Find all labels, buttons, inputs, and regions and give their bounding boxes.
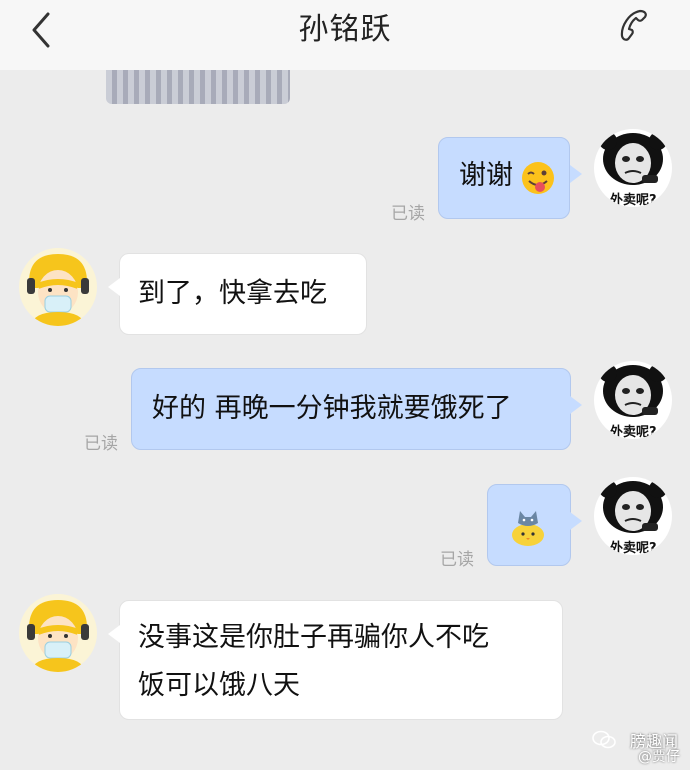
image-thumbnail (106, 70, 290, 104)
message-text: 好的 再晚一分钟我就要饿死了 (152, 393, 512, 424)
message-bubble-incoming[interactable]: 到了，快拿去吃 (119, 253, 367, 335)
read-receipt: 已读 (440, 550, 474, 570)
sticker-message[interactable] (487, 484, 571, 566)
message-bubble-incoming[interactable]: 没事这是你肚子再骗你人不吃 饭可以饿八天 (119, 600, 563, 720)
self-avatar[interactable]: 外卖呢? (594, 477, 672, 555)
phone-icon[interactable] (614, 8, 650, 44)
bubble-tail (570, 165, 582, 183)
bubble-tail (108, 625, 120, 643)
message-text-line: 没事这是你肚子再骗你人不吃 (138, 622, 489, 653)
cat-on-chick-sticker-icon (512, 511, 544, 546)
message-text-line: 饭可以饿八天 (138, 670, 300, 701)
message-bubble-outgoing[interactable]: 谢谢 (438, 137, 570, 219)
winking-tongue-emoji-icon (522, 162, 554, 194)
wechat-icon (592, 730, 616, 749)
image-message[interactable] (106, 70, 290, 104)
bubble-tail (570, 512, 582, 530)
message-text: 到了，快拿去吃 (138, 278, 327, 309)
avatar-caption: 外卖呢? (610, 193, 657, 207)
read-receipt: 已读 (84, 434, 118, 454)
watermark-handle: @贾仔 (638, 749, 680, 765)
self-avatar[interactable]: 外卖呢? (594, 361, 672, 439)
bubble-tail (570, 396, 582, 414)
courier-avatar[interactable] (19, 594, 97, 672)
contact-name: 孙铭跃 (298, 12, 392, 47)
avatar-caption: 外卖呢? (610, 425, 657, 439)
avatar-caption: 外卖呢? (610, 541, 657, 555)
message-text: 谢谢 (459, 160, 513, 191)
bubble-tail (108, 278, 120, 296)
delivery-rider-icon (27, 254, 89, 326)
read-receipt: 已读 (391, 204, 425, 224)
self-avatar[interactable]: 外卖呢? (594, 129, 672, 207)
delivery-rider-icon (27, 600, 89, 672)
message-bubble-outgoing[interactable]: 好的 再晚一分钟我就要饿死了 (131, 368, 571, 450)
courier-avatar[interactable] (19, 248, 97, 326)
chat-header: 孙铭跃 (0, 0, 690, 70)
